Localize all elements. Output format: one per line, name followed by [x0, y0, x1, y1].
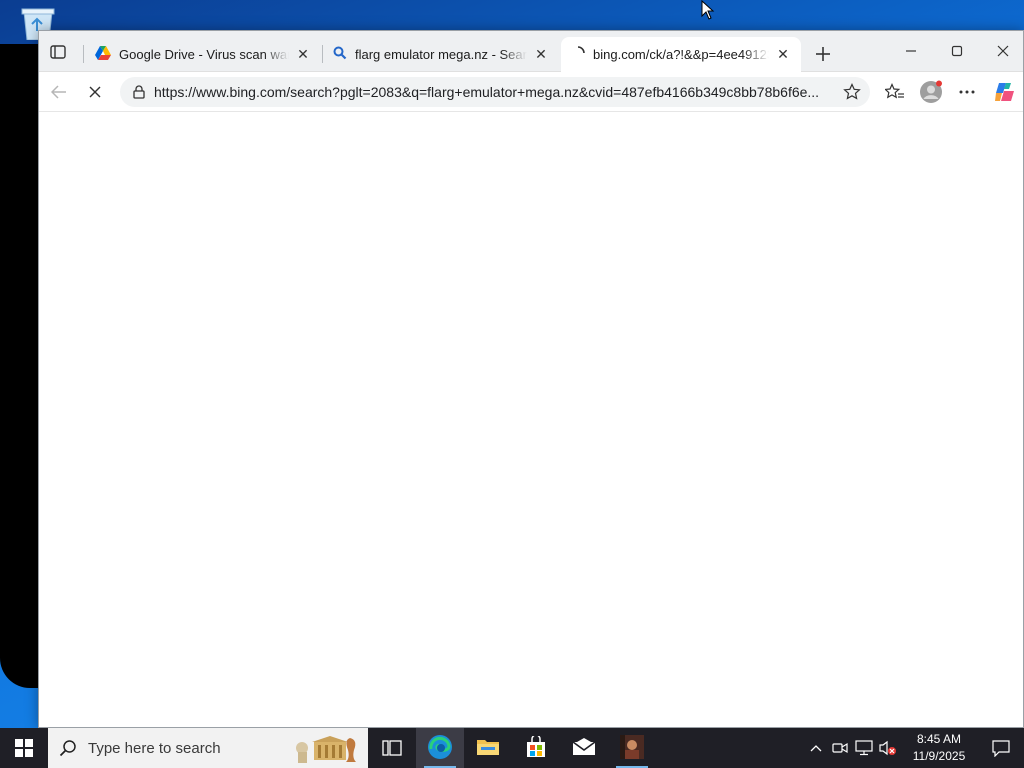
store-icon	[525, 733, 547, 761]
taskbar-store[interactable]	[512, 728, 560, 768]
close-tab-icon[interactable]: ✕	[775, 46, 791, 63]
taskbar: Type here to search 8:45 AM 11/9/2025	[0, 728, 1024, 768]
stop-loading-button[interactable]	[81, 78, 109, 106]
profile-avatar[interactable]	[917, 78, 945, 106]
tab-bar: Google Drive - Virus scan warning ✕ flar…	[39, 31, 1023, 72]
tab-actions-icon[interactable]	[47, 41, 69, 63]
page-content-blank[interactable]	[39, 113, 1023, 727]
new-tab-button[interactable]	[809, 40, 837, 68]
close-tab-icon[interactable]: ✕	[295, 46, 311, 62]
url-input[interactable]	[154, 78, 834, 106]
tab-separator	[83, 45, 84, 63]
lock-icon[interactable]	[124, 85, 154, 99]
taskbar-search-box[interactable]: Type here to search	[48, 728, 368, 768]
search-icon	[48, 739, 88, 757]
taskbar-mail[interactable]	[560, 728, 608, 768]
taskbar-file-explorer[interactable]	[464, 728, 512, 768]
loading-icon	[571, 46, 585, 63]
tab-google-drive[interactable]: Google Drive - Virus scan warning ✕	[85, 37, 321, 71]
copilot-icon[interactable]	[991, 78, 1019, 106]
close-window-button[interactable]	[980, 31, 1024, 71]
taskbar-clock[interactable]: 8:45 AM 11/9/2025	[900, 731, 978, 765]
system-tray: 8:45 AM 11/9/2025	[804, 728, 1024, 768]
minimize-button[interactable]	[888, 31, 934, 71]
task-view-button[interactable]	[368, 728, 416, 768]
taskbar-photo-app[interactable]	[608, 728, 656, 768]
clock-time: 8:45 AM	[916, 732, 962, 746]
search-icon	[333, 46, 347, 63]
maximize-button[interactable]	[934, 31, 980, 71]
browser-window: Google Drive - Virus scan warning ✕ flar…	[38, 30, 1024, 728]
close-tab-icon[interactable]: ✕	[533, 46, 549, 62]
search-highlight-illustration-icon	[292, 732, 362, 767]
tab-title: flarg emulator mega.nz - Search	[355, 46, 527, 62]
notification-center-icon[interactable]	[978, 728, 1024, 768]
favorites-button[interactable]	[881, 78, 909, 106]
start-button[interactable]	[0, 728, 48, 768]
file-explorer-icon	[476, 737, 500, 760]
edge-icon	[427, 734, 453, 763]
navigation-toolbar	[39, 72, 1023, 112]
chevron-up-icon[interactable]	[804, 728, 828, 768]
address-bar[interactable]	[120, 77, 870, 107]
photo-app-icon	[620, 734, 644, 762]
tab-bing-search[interactable]: flarg emulator mega.nz - Search ✕	[323, 37, 559, 71]
google-drive-icon	[95, 45, 111, 63]
tab-active-bing[interactable]: bing.com/ck/a?!&&p=4ee49123479 ✕	[561, 37, 801, 72]
tab-title: bing.com/ck/a?!&&p=4ee49123479	[593, 47, 769, 62]
search-placeholder: Type here to search	[88, 739, 221, 757]
taskbar-edge[interactable]	[416, 728, 464, 768]
tab-title: Google Drive - Virus scan warning	[119, 46, 289, 62]
favorite-star-icon[interactable]	[834, 83, 870, 101]
clock-date: 11/9/2025	[912, 749, 966, 763]
mouse-cursor-icon	[701, 0, 715, 20]
network-icon[interactable]	[852, 728, 876, 768]
volume-muted-icon[interactable]	[876, 728, 900, 768]
more-options-button[interactable]	[953, 78, 981, 106]
back-button[interactable]	[45, 78, 73, 106]
mail-icon	[572, 737, 596, 759]
meet-now-icon[interactable]	[828, 728, 852, 768]
